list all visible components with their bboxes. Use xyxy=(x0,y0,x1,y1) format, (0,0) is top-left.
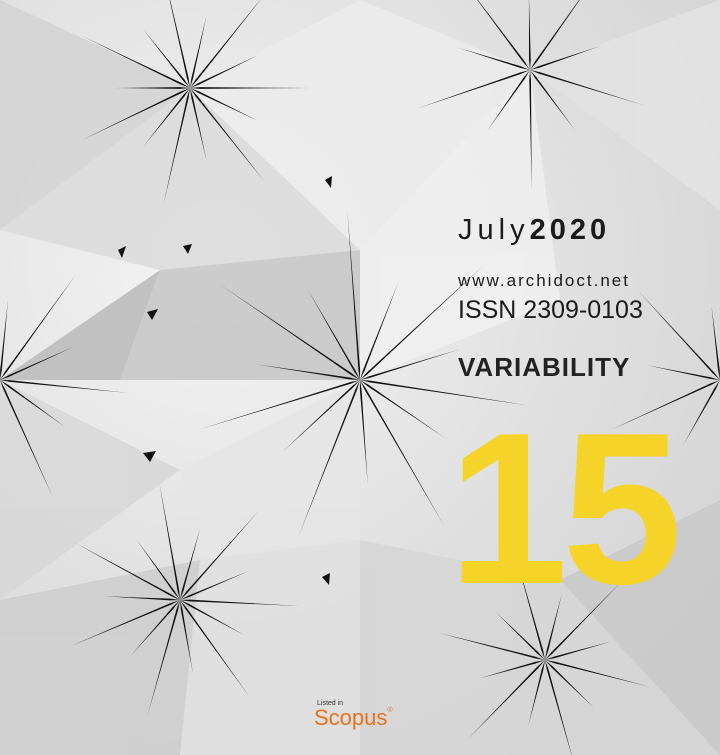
issue-year: 2020 xyxy=(529,214,611,246)
star-spike xyxy=(711,306,720,380)
star-spike xyxy=(0,299,9,380)
website-url: www.archidoct.net xyxy=(458,271,630,290)
issue-number: 15 xyxy=(448,387,682,629)
issue-month: July xyxy=(458,214,530,246)
star-spike xyxy=(528,0,531,70)
scopus-logo-text: Scopus xyxy=(314,705,388,730)
star-spike xyxy=(359,380,368,486)
issue-theme: VARIABILITY xyxy=(458,352,631,382)
issn-number: ISSN 2309-0103 xyxy=(458,296,643,324)
star-spike xyxy=(360,380,445,528)
star-spike xyxy=(169,0,190,88)
issue-date: July2020 xyxy=(458,214,610,247)
registered-mark: ® xyxy=(387,707,393,714)
scopus-badge: Listed in Scopus® xyxy=(314,700,393,730)
star-spike xyxy=(683,380,720,445)
star-spike xyxy=(638,291,720,380)
star-spike xyxy=(360,380,448,440)
journal-cover: July2020 www.archidoct.net ISSN 2309-010… xyxy=(0,0,720,755)
